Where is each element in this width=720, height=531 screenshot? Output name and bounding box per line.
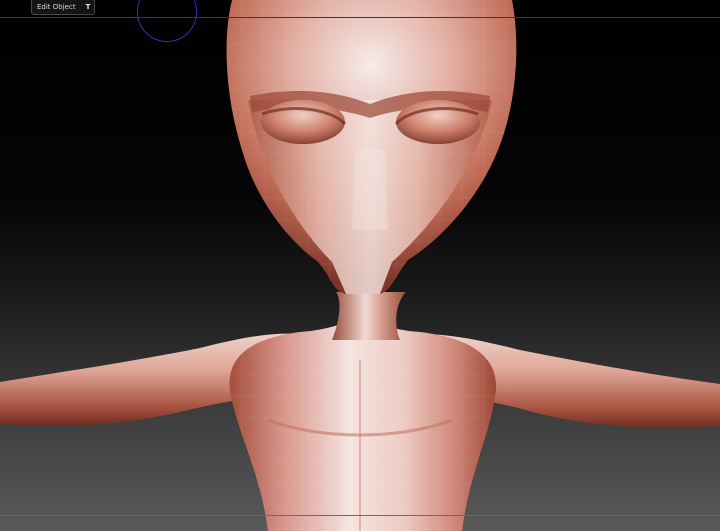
canvas-bottom-divider [0, 515, 720, 516]
neck [332, 292, 406, 340]
right-eye [396, 100, 480, 144]
edit-object-label: Edit Object [37, 3, 76, 11]
sculpt-model[interactable] [0, 0, 720, 531]
left-eye [261, 100, 345, 144]
edit-object-hotkey: T [85, 3, 91, 11]
edit-object-button[interactable]: Edit Object T [31, 0, 95, 15]
zbrush-viewport[interactable]: Edit Object T [0, 0, 720, 531]
canvas-top-divider [0, 17, 720, 18]
